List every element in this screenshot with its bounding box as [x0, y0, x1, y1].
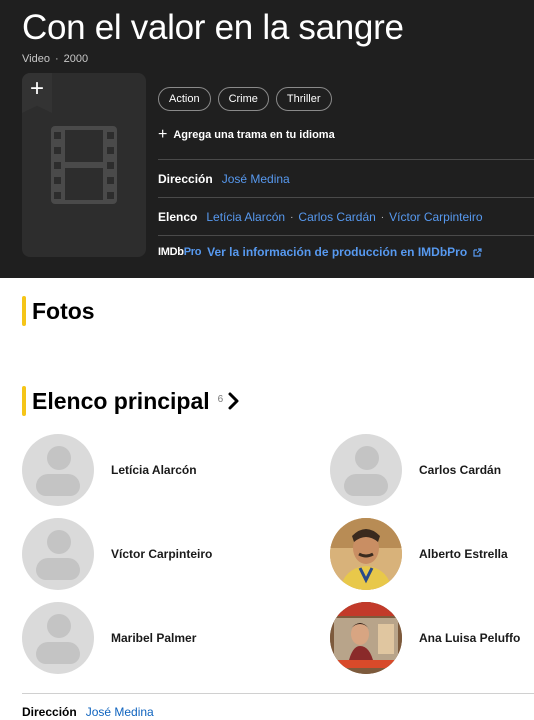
section-accent-bar	[22, 296, 26, 326]
cast-separator: ·	[380, 211, 385, 223]
cast-member[interactable]: Carlos Cardán	[330, 434, 501, 506]
cast-link[interactable]: Letícia Alarcón	[206, 210, 285, 224]
plus-icon: +	[158, 126, 168, 143]
cast-link[interactable]: Víctor Carpinteiro	[389, 210, 482, 224]
chevron-right-icon[interactable]	[227, 391, 241, 411]
cast-photo-image	[330, 518, 402, 590]
title-year[interactable]: 2000	[64, 53, 88, 65]
person-placeholder-icon[interactable]	[22, 434, 94, 506]
cast-member[interactable]: Víctor Carpinteiro	[22, 518, 212, 590]
title-type[interactable]: Video	[22, 53, 50, 65]
cast-separator: ·	[290, 211, 294, 223]
director-label: Dirección	[22, 705, 77, 719]
divider	[22, 693, 534, 694]
director-credit-bottom: Dirección José Medina	[22, 705, 154, 719]
photos-title: Fotos	[32, 297, 95, 324]
add-plot-text: Agrega una trama en tu idioma	[173, 129, 335, 141]
page-title: Con el valor en la sangre	[22, 8, 404, 47]
poster-placeholder[interactable]: +	[22, 73, 146, 257]
genre-chip-thriller[interactable]: Thriller	[275, 87, 332, 111]
divider	[158, 159, 534, 160]
person-placeholder-icon[interactable]	[22, 518, 94, 590]
cast-member[interactable]: Maribel Palmer	[22, 602, 196, 674]
cast-credit: Elenco Letícia Alarcón · Carlos Cardán ·…	[158, 210, 483, 224]
genre-chip-action[interactable]: Action	[158, 87, 211, 111]
cast-member-name[interactable]: Maribel Palmer	[111, 631, 196, 645]
genre-chip-crime[interactable]: Crime	[217, 87, 269, 111]
cast-member-name[interactable]: Víctor Carpinteiro	[111, 547, 212, 561]
meta-separator: ·	[54, 53, 59, 65]
cast-photo-image	[330, 602, 402, 674]
photos-header[interactable]: Fotos	[22, 296, 95, 326]
divider	[158, 197, 534, 198]
external-link-icon	[473, 247, 482, 257]
cast-photo[interactable]	[330, 518, 402, 590]
genre-chips: Action Crime Thriller	[158, 87, 332, 111]
cast-link[interactable]: Carlos Cardán	[298, 210, 375, 224]
imdbpro-link[interactable]: IMDbPro Ver la información de producción…	[158, 245, 482, 259]
cast-member[interactable]: Ana Luisa Peluffo	[330, 602, 520, 674]
director-link[interactable]: José Medina	[86, 705, 154, 719]
imdbpro-logo: IMDbPro	[158, 246, 202, 258]
title-hero: Con el valor en la sangre Video · 2000 +…	[0, 0, 534, 278]
director-label: Dirección	[158, 172, 213, 186]
title-meta: Video · 2000	[22, 53, 88, 65]
cast-photo[interactable]	[330, 602, 402, 674]
director-credit: Dirección José Medina	[158, 172, 290, 186]
watchlist-ribbon[interactable]: +	[22, 73, 52, 113]
film-placeholder-icon	[51, 126, 117, 204]
cast-count: 6	[217, 394, 224, 405]
cast-member-name[interactable]: Ana Luisa Peluffo	[419, 631, 520, 645]
person-placeholder-icon[interactable]	[330, 434, 402, 506]
section-accent-bar	[22, 386, 26, 416]
cast-member-name[interactable]: Alberto Estrella	[419, 547, 508, 561]
divider	[158, 235, 534, 236]
cast-member[interactable]: Alberto Estrella	[330, 518, 508, 590]
imdbpro-link-text: Ver la información de producción en IMDb…	[207, 245, 468, 259]
cast-label: Elenco	[158, 210, 198, 224]
cast-member-name[interactable]: Letícia Alarcón	[111, 463, 197, 477]
add-plot-link[interactable]: + Agrega una trama en tu idioma	[158, 126, 335, 143]
main-cast-title: Elenco principal	[32, 387, 210, 414]
cast-member-name[interactable]: Carlos Cardán	[419, 463, 501, 477]
cast-member[interactable]: Letícia Alarcón	[22, 434, 197, 506]
person-placeholder-icon[interactable]	[22, 602, 94, 674]
main-cast-header[interactable]: Elenco principal 6	[22, 386, 241, 416]
director-link[interactable]: José Medina	[222, 172, 290, 186]
plus-icon: +	[29, 75, 44, 102]
